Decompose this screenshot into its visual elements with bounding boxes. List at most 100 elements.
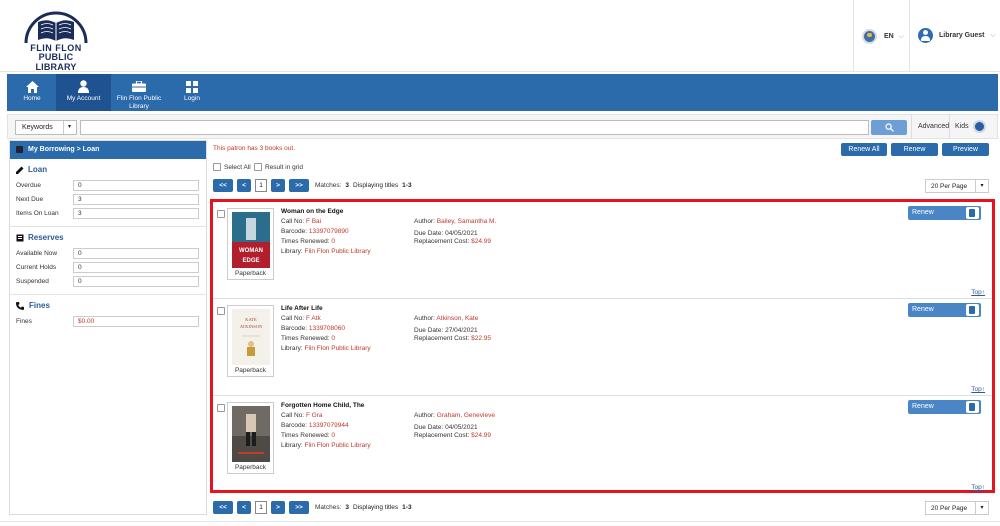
loan-title-label: Loan	[28, 165, 48, 174]
book-cover[interactable]: KATE ATKINSON Paperback	[227, 305, 274, 377]
search-button[interactable]	[871, 120, 907, 135]
replacement-cost-value: $22.95	[471, 335, 491, 342]
library-link[interactable]: Flin Flon Public Library	[305, 248, 371, 255]
item-renew-button[interactable]: Renew	[908, 206, 981, 220]
item-checkbox[interactable]	[217, 307, 225, 315]
author-field: Author: Graham, Genevieve	[414, 412, 495, 419]
next-page-button[interactable]: >	[271, 179, 285, 192]
person-icon	[78, 80, 89, 93]
preview-button[interactable]: Preview	[942, 143, 989, 156]
format-label: Paperback	[234, 270, 267, 277]
item-title[interactable]: Woman on the Edge	[281, 208, 343, 215]
row-value: 0	[73, 261, 199, 273]
field-label: Due Date:	[414, 230, 444, 237]
kids-catalog-icon[interactable]	[973, 120, 986, 133]
renew-button[interactable]: Renew	[891, 143, 938, 156]
call-no-link[interactable]: F Gra	[306, 412, 323, 419]
briefcase-icon	[132, 80, 146, 93]
prev-page-button[interactable]: <	[237, 179, 251, 192]
item-checkbox[interactable]	[217, 404, 225, 412]
checkbox[interactable]	[254, 163, 262, 171]
back-to-top-link[interactable]: Top↑	[971, 386, 985, 393]
field-label: Call No:	[281, 412, 305, 419]
replacement-cost-field: Replacement Cost: $24.99	[414, 238, 491, 245]
book-cover[interactable]: WOMAN EDGE Paperback	[227, 208, 274, 280]
row-label: Available Now	[16, 249, 58, 257]
reserves-section-title[interactable]: Reserves	[16, 233, 200, 242]
call-no-link[interactable]: F Atk	[306, 315, 321, 322]
kids-link[interactable]: Kids	[949, 115, 973, 138]
header-divider	[909, 0, 910, 72]
cover-text: KATE	[245, 317, 257, 322]
select-all-checkbox[interactable]: Select All	[213, 163, 251, 171]
item-checkbox[interactable]	[217, 210, 225, 218]
loan-item: WOMAN EDGE Paperback Woman on the Edge C…	[213, 202, 992, 299]
loan-item: Paperback Forgotten Home Child, The Call…	[213, 396, 992, 493]
nav-item-library[interactable]: Flin Flon Public Library	[113, 74, 165, 111]
account-sidebar: My Borrowing > Loan Loan Overdue 0 Next …	[9, 140, 207, 515]
first-page-button[interactable]: <<	[213, 179, 233, 192]
fines-section-title[interactable]: Fines	[16, 301, 200, 310]
page-number[interactable]: 1	[255, 501, 267, 514]
call-no-link[interactable]: F Bai	[306, 218, 321, 225]
loan-results-list: WOMAN EDGE Paperback Woman on the Edge C…	[210, 199, 995, 493]
renew-all-button[interactable]: Renew All	[841, 143, 887, 156]
item-title[interactable]: Life After Life	[281, 305, 323, 312]
item-renew-button[interactable]: Renew	[908, 400, 981, 414]
chevron-down-icon: ⌵	[898, 32, 905, 40]
cover-image: WOMAN EDGE	[232, 212, 270, 268]
field-label: Times Renewed:	[281, 335, 330, 342]
book-cover[interactable]: Paperback	[227, 402, 274, 474]
field-label: Due Date:	[414, 327, 444, 334]
row-label: Current Holds	[16, 263, 57, 271]
loan-section-title[interactable]: Loan	[16, 165, 200, 174]
language-selector[interactable]: EN ⌵	[862, 29, 904, 44]
main-nav: Home My Account Flin Flon Public Library…	[7, 74, 998, 111]
due-date-field: Due Date: 04/05/2021	[414, 230, 478, 237]
author-link[interactable]: Bailey, Samantha M.	[437, 218, 497, 225]
back-to-top-link[interactable]: Top↑	[971, 289, 985, 296]
back-to-top-link[interactable]: Top↑	[971, 484, 985, 491]
item-renew-button[interactable]: Renew	[908, 303, 981, 317]
dropdown-arrow-icon: ▾	[975, 502, 988, 514]
prev-page-button[interactable]: <	[237, 501, 251, 514]
library-link[interactable]: Flin Flon Public Library	[305, 345, 371, 352]
per-page-select[interactable]: 20 Per Page ▾	[925, 179, 989, 193]
call-no-field: Call No: F Bai	[281, 218, 321, 225]
times-renewed-value: 0	[331, 432, 335, 439]
advanced-search-link[interactable]: Advanced	[911, 115, 954, 138]
user-menu[interactable]: Library Guest ⌵	[918, 28, 996, 43]
checkbox[interactable]	[213, 163, 221, 171]
page-number[interactable]: 1	[255, 179, 267, 192]
next-page-button[interactable]: >	[271, 501, 285, 514]
library-link[interactable]: Flin Flon Public Library	[305, 442, 371, 449]
last-page-button[interactable]: >>	[289, 179, 309, 192]
nav-item-home[interactable]: Home	[11, 74, 53, 111]
home-icon	[25, 80, 39, 93]
field-label: Times Renewed:	[281, 432, 330, 439]
nav-label: My Account	[66, 95, 101, 102]
item-title[interactable]: Forgotten Home Child, The	[281, 402, 364, 409]
per-page-select[interactable]: 20 Per Page ▾	[925, 501, 989, 515]
search-scope-select[interactable]: Keywords ▾	[15, 120, 77, 135]
author-link[interactable]: Atkinson, Kate	[436, 315, 478, 322]
reserves-row-available: Available Now 0	[16, 246, 200, 260]
row-label: Next Due	[16, 195, 44, 203]
library-logo[interactable]: FLIN FLON PUBLIC LIBRARY	[20, 10, 92, 72]
search-input[interactable]	[80, 120, 869, 135]
author-link[interactable]: Graham, Genevieve	[437, 412, 495, 419]
matches-count: 3	[345, 504, 349, 511]
row-label: Items On Loan	[16, 209, 59, 217]
renew-label: Renew	[912, 209, 934, 216]
nav-item-login[interactable]: Login	[171, 74, 213, 111]
matches-count: 3	[345, 182, 349, 189]
result-in-grid-checkbox[interactable]: Result in grid	[254, 163, 303, 171]
loan-row-overdue: Overdue 0	[16, 178, 200, 192]
barcode-value: 13397079944	[308, 422, 349, 429]
field-label: Due Date:	[414, 424, 444, 431]
call-no-field: Call No: F Atk	[281, 315, 321, 322]
nav-item-my-account[interactable]: My Account	[56, 74, 111, 111]
last-page-button[interactable]: >>	[289, 501, 309, 514]
first-page-button[interactable]: <<	[213, 501, 233, 514]
field-label: Author:	[414, 412, 435, 419]
